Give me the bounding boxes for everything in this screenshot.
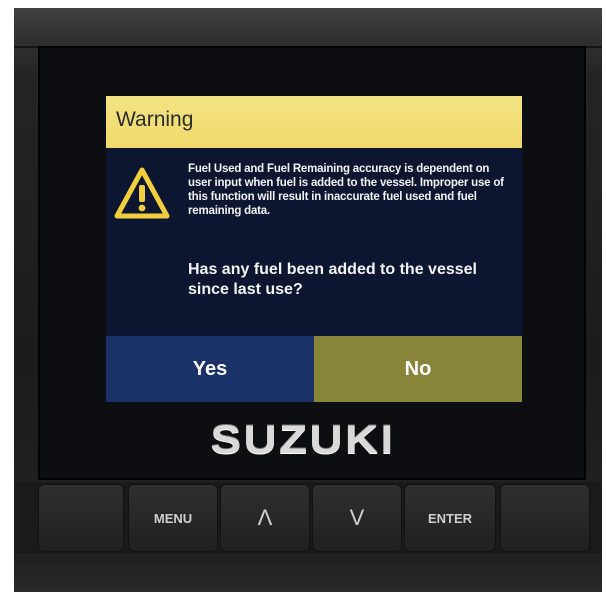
suzuki-logo: SUZUKI <box>210 418 396 462</box>
up-arrow-icon: Λ <box>257 505 273 530</box>
keypad: MENU Λ V ENTER <box>14 482 602 554</box>
menu-button-label: MENU <box>153 510 193 526</box>
enter-button[interactable]: ENTER <box>404 484 496 552</box>
bezel-bottom <box>14 556 602 592</box>
no-button[interactable]: No <box>314 336 522 402</box>
menu-button[interactable]: MENU <box>128 484 218 552</box>
down-arrow-icon: V <box>349 505 365 530</box>
down-button[interactable]: V <box>312 484 402 552</box>
yes-button[interactable]: Yes <box>106 336 314 402</box>
dialog-title: Warning <box>116 108 194 131</box>
warning-dialog: Warning Fuel Used and Fuel Remaining acc… <box>106 96 522 402</box>
warning-triangle-icon <box>114 167 170 219</box>
dialog-header: Warning <box>106 96 522 148</box>
warning-message: Fuel Used and Fuel Remaining accuracy is… <box>188 163 504 217</box>
bezel-top-strip <box>14 8 602 48</box>
up-button[interactable]: Λ <box>220 484 310 552</box>
blank-key-right <box>500 484 590 552</box>
blank-key-left <box>38 484 124 552</box>
fuel-question: Has any fuel been added to the vessel si… <box>188 261 477 298</box>
enter-button-label: ENTER <box>427 510 473 526</box>
